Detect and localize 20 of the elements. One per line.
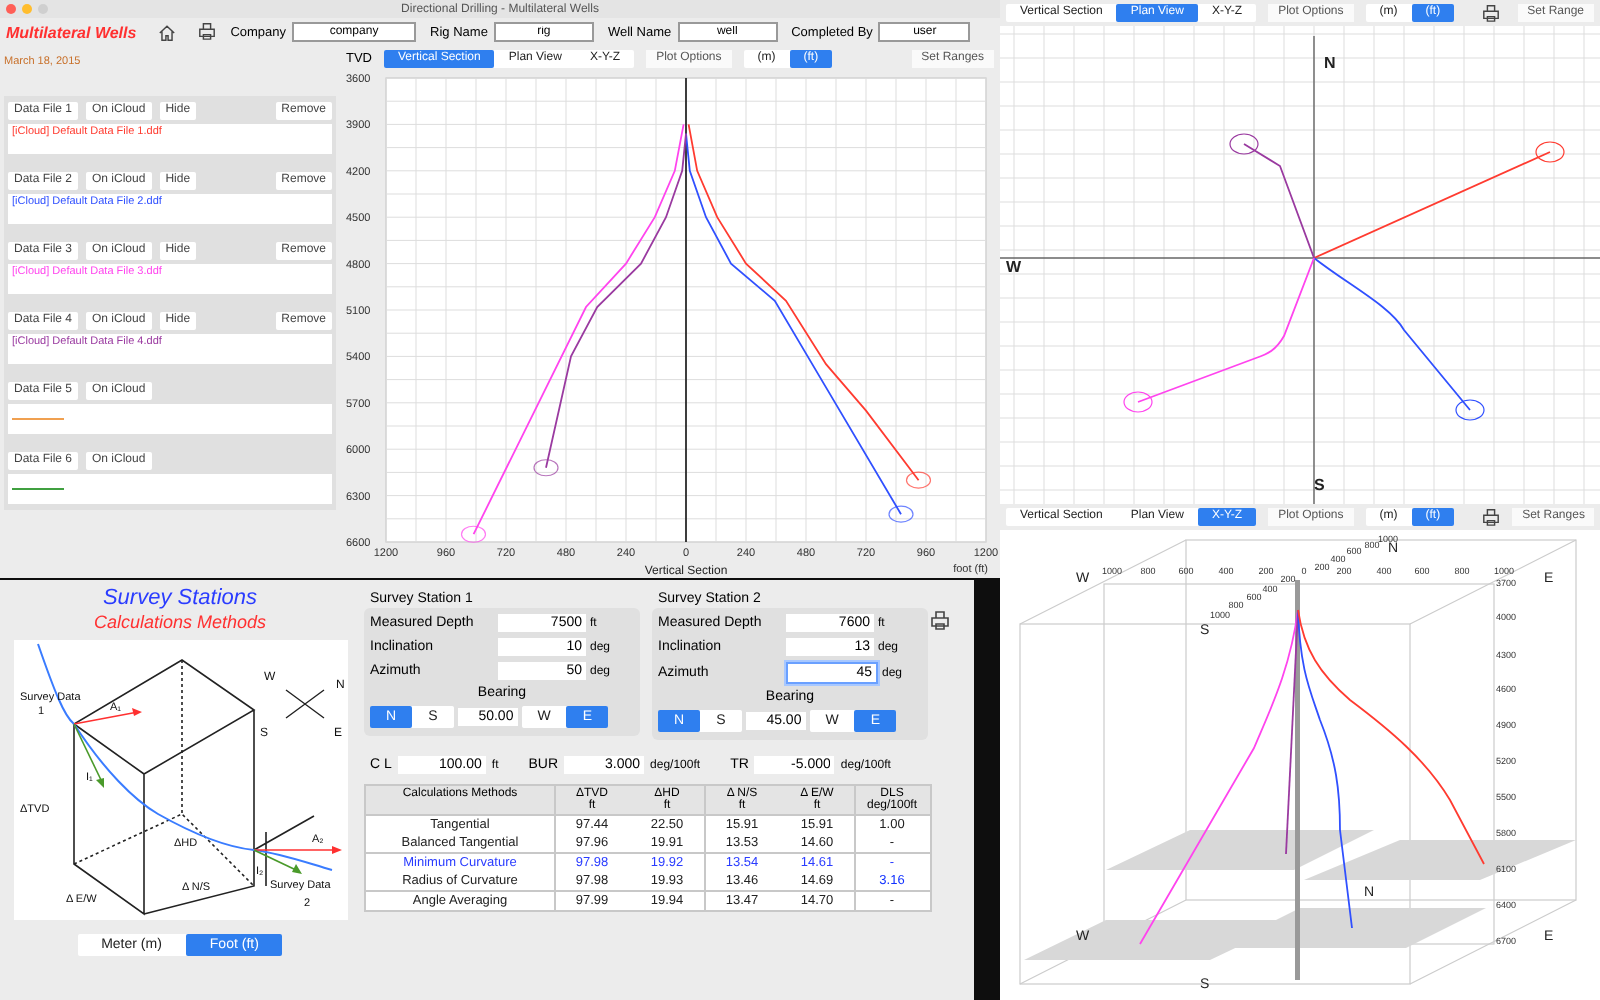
end-marker xyxy=(905,471,932,489)
end-marker xyxy=(460,525,487,543)
azimuth-arrow xyxy=(72,708,141,725)
printer-icon[interactable] xyxy=(1482,3,1501,21)
end-marker xyxy=(888,505,914,523)
printer-icon[interactable] xyxy=(1482,507,1501,525)
end-marker xyxy=(533,459,559,477)
inclination-arrow xyxy=(72,723,103,788)
panel-title: Survey Stations xyxy=(102,586,258,610)
compass-label: N xyxy=(1324,54,1336,72)
printer-icon[interactable] xyxy=(198,22,217,40)
azimuth-arrow xyxy=(252,846,341,854)
compass-cross-drawing xyxy=(284,689,324,719)
compass-label: W xyxy=(1006,258,1022,276)
inclination-arrow xyxy=(252,849,301,874)
app-title: Multilateral Wells xyxy=(6,23,137,41)
panel-subtitle: Calculations Methods xyxy=(93,612,267,632)
printer-icon[interactable] xyxy=(930,610,950,630)
home-icon[interactable] xyxy=(158,23,177,41)
compass-label: S xyxy=(1314,476,1325,494)
